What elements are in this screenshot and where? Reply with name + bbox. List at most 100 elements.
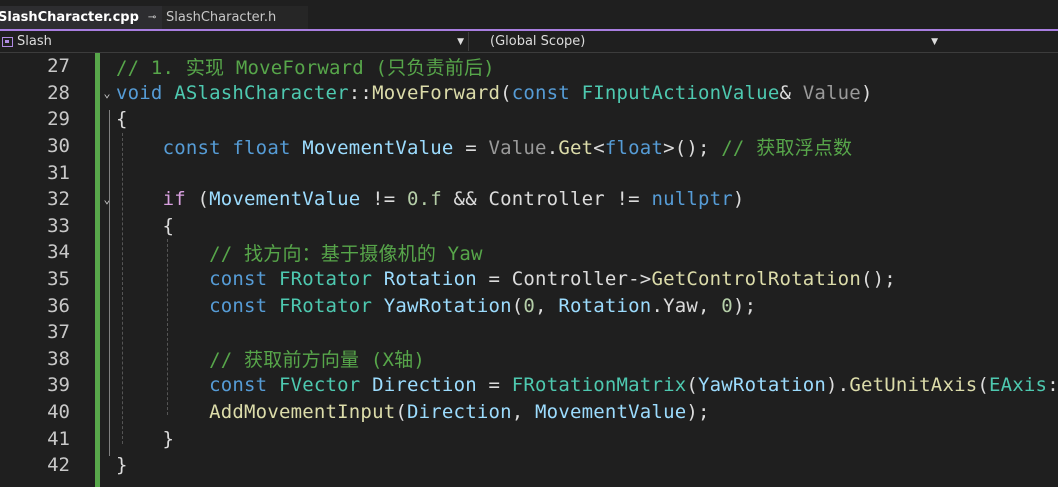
- code-token: Controller: [511, 268, 629, 291]
- code-line[interactable]: 41 }: [0, 425, 1058, 452]
- code-line[interactable]: 40 AddMovementInput(Direction, MovementV…: [0, 399, 1058, 426]
- code-line[interactable]: 30 const float MovementValue = Value.Get…: [0, 133, 1058, 160]
- code-token: <: [593, 136, 605, 159]
- code-token: EAxis: [989, 374, 1048, 397]
- code-line[interactable]: 38 // 获取前方向量 (X轴): [0, 346, 1058, 373]
- code-token: void: [116, 81, 163, 104]
- line-number: 42: [47, 454, 70, 477]
- line-number: 35: [47, 268, 70, 291]
- code-line[interactable]: 32 ⌄ if (MovementValue != 0.f && Controll…: [0, 186, 1058, 213]
- code-line[interactable]: 28 ⌄ void ASlashCharacter::MoveForward(con…: [0, 80, 1058, 107]
- pin-icon[interactable]: ⊸: [148, 12, 156, 23]
- line-number: 32: [47, 188, 70, 211]
- line-number: 33: [47, 214, 70, 237]
- scope-dropdown[interactable]: (Global Scope) ▼: [484, 32, 942, 51]
- code-text: const float MovementValue = Value.Get<fl…: [116, 133, 852, 160]
- tab-slashcharacter-h[interactable]: SlashCharacter.h: [162, 6, 308, 29]
- fold-toggle-icon[interactable]: ⌄: [101, 86, 113, 100]
- code-token: // 1. 实现 MoveForward (只负责前后): [116, 56, 495, 79]
- code-token: GetUnitAxis: [849, 374, 978, 397]
- code-line[interactable]: 31: [0, 159, 1058, 186]
- code-text: {: [116, 108, 128, 130]
- code-token: (: [977, 374, 989, 397]
- code-text: if (MovementValue != 0.f && Controller !…: [116, 188, 745, 210]
- project-label: Slash: [17, 34, 52, 49]
- code-token: &&: [441, 188, 489, 211]
- indent-guide: [167, 239, 168, 415]
- code-line[interactable]: 39 const FVector Direction = FRotationMa…: [0, 372, 1058, 399]
- code-line[interactable]: 36 const FRotator YawRotation(0, Rotatio…: [0, 292, 1058, 319]
- code-token: MoveForward: [372, 81, 501, 104]
- code-token: const: [209, 294, 268, 317]
- tab-slashcharacter-cpp[interactable]: SlashCharacter.cpp ⊸ ✕: [0, 6, 175, 29]
- code-token: );: [686, 401, 710, 424]
- code-token: if: [162, 188, 186, 211]
- code-token: }: [116, 454, 128, 477]
- code-line[interactable]: 27 // 1. 实现 MoveForward (只负责前后): [0, 53, 1058, 80]
- code-line[interactable]: 37: [0, 319, 1058, 346]
- code-token: ();: [860, 268, 896, 291]
- code-token: const: [209, 374, 268, 397]
- code-text: {: [116, 215, 174, 237]
- code-text: // 1. 实现 MoveForward (只负责前后): [116, 53, 495, 80]
- code-token: }: [116, 427, 175, 450]
- code-token: =: [453, 136, 489, 159]
- code-token: FInputActionValue: [581, 81, 780, 104]
- code-token: ).: [826, 374, 850, 397]
- code-token: Direction: [407, 401, 512, 424]
- code-token: Value: [488, 136, 547, 159]
- chevron-down-icon[interactable]: ▼: [931, 37, 938, 47]
- code-token: (: [686, 374, 699, 397]
- code-editor[interactable]: 27 // 1. 实现 MoveForward (只负责前后) 28 ⌄ void AS…: [0, 53, 1058, 487]
- tab-label: SlashCharacter.cpp: [0, 10, 139, 25]
- line-number: 39: [47, 374, 70, 397]
- line-number: 29: [47, 108, 70, 131]
- code-text: void ASlashCharacter::MoveForward(const …: [116, 82, 873, 104]
- code-token: AddMovementInput: [209, 401, 396, 424]
- code-token: ASlashCharacter: [174, 81, 349, 104]
- line-number: 34: [47, 241, 70, 264]
- code-token: !=: [360, 188, 407, 211]
- code-line[interactable]: 34 // 找方向：基于摄像机的 Yaw: [0, 239, 1058, 266]
- code-text: const FRotator Rotation = Controller->Ge…: [116, 268, 896, 290]
- tab-strip: SlashCharacter.cpp ⊸ ✕ SlashCharacter.h: [0, 0, 1058, 31]
- code-text: const FVector Direction = FRotationMatri…: [116, 374, 1058, 396]
- code-token: {: [116, 108, 128, 131]
- line-number: 38: [47, 347, 70, 370]
- fold-toggle-icon[interactable]: ⌄: [101, 192, 113, 206]
- code-line[interactable]: 29 {: [0, 106, 1058, 133]
- code-line[interactable]: 33 {: [0, 213, 1058, 240]
- code-text: const FRotator YawRotation(0, Rotation.Y…: [116, 295, 756, 317]
- code-line[interactable]: 42}: [0, 452, 1058, 479]
- navigation-bar: Slash ▼ (Global Scope) ▼: [0, 31, 1058, 53]
- line-number: 27: [47, 55, 70, 78]
- code-token: &: [779, 81, 803, 104]
- code-token: float: [604, 136, 664, 159]
- code-line[interactable]: 35 const FRotator Rotation = Controller-…: [0, 266, 1058, 293]
- code-token: FVector: [278, 374, 361, 397]
- code-text: // 获取前方向量 (X轴): [116, 345, 425, 372]
- code-token: MovementValue: [535, 401, 687, 424]
- code-token: .: [546, 136, 559, 159]
- code-text: // 找方向：基于摄像机的 Yaw: [116, 239, 483, 266]
- code-token: // 获取前方向量 (X轴): [209, 349, 425, 372]
- code-token: MovementValue: [302, 136, 454, 159]
- code-token: Get: [558, 136, 594, 159]
- code-token: 0: [721, 294, 733, 317]
- line-number: 37: [47, 321, 70, 344]
- project-dropdown[interactable]: Slash ▼: [0, 32, 469, 51]
- chevron-down-icon[interactable]: ▼: [457, 37, 464, 47]
- line-number: 36: [47, 294, 70, 317]
- code-token: const: [511, 81, 570, 104]
- code-token: (: [185, 188, 210, 211]
- code-token: MovementValue: [209, 188, 361, 211]
- line-number: 41: [47, 427, 70, 450]
- code-token: const: [162, 136, 221, 159]
